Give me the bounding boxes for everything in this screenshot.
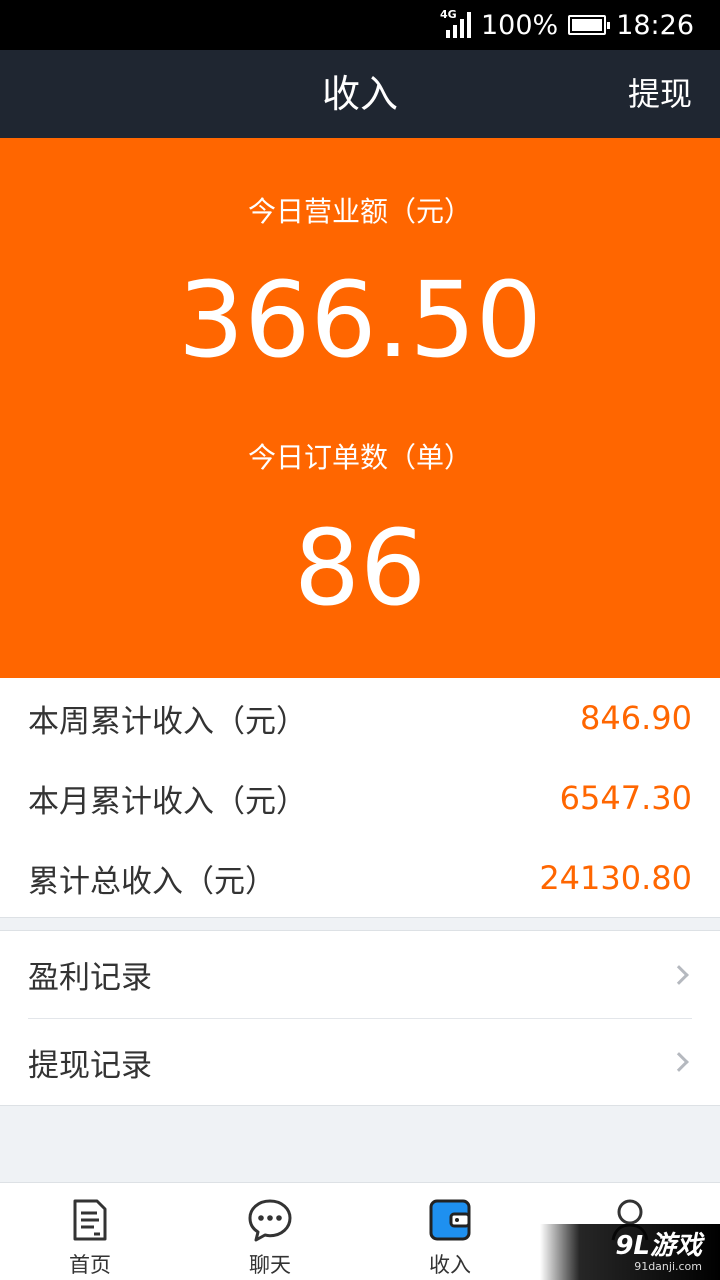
today-revenue-label: 今日营业额（元）: [247, 195, 472, 228]
records-list: 盈利记录 提现记录: [0, 930, 720, 1106]
status-bar: 4G 100% 18:26: [0, 0, 720, 50]
profit-records-item[interactable]: 盈利记录: [28, 931, 692, 1018]
title-bar: 收入 提现: [0, 50, 720, 138]
list-item-label: 盈利记录: [28, 960, 152, 996]
chevron-right-icon: [669, 964, 689, 985]
stat-value: 6547.30: [559, 779, 692, 817]
watermark-logo: 9L游戏: [615, 1231, 702, 1261]
today-summary: 今日营业额（元） 366.50 今日订单数（单） 86: [0, 138, 720, 678]
tab-label: 收入: [429, 1253, 471, 1277]
signal-icon: 4G: [440, 8, 471, 38]
withdraw-button[interactable]: 提现: [628, 50, 692, 138]
stat-month: 本月累计收入（元） 6547.30: [0, 758, 720, 838]
tab-chat[interactable]: 聊天: [180, 1183, 360, 1280]
today-orders-label: 今日订单数（单）: [247, 441, 472, 474]
chat-bubble-icon: [247, 1197, 293, 1243]
chevron-right-icon: [669, 1052, 689, 1072]
document-icon: [67, 1197, 113, 1243]
stat-label: 本月累计收入（元）: [28, 783, 307, 820]
tab-label: 聊天: [249, 1253, 291, 1277]
stat-value: 24130.80: [539, 859, 692, 897]
site-watermark: 9L游戏 91danji.com: [540, 1224, 720, 1280]
withdraw-records-item[interactable]: 提现记录: [28, 1018, 692, 1105]
tab-income[interactable]: 收入: [360, 1183, 540, 1280]
stat-value: 846.90: [580, 699, 692, 737]
tab-label: 首页: [69, 1253, 111, 1277]
network-type: 4G: [439, 8, 457, 21]
stat-label: 累计总收入（元）: [28, 863, 276, 900]
watermark-url: 91danji.com: [634, 1260, 702, 1273]
today-revenue-value: 366.50: [178, 259, 542, 381]
battery-icon: [568, 15, 611, 35]
page-title: 收入: [321, 72, 398, 116]
wallet-icon: [427, 1197, 473, 1243]
stat-label: 本周累计收入（元）: [28, 703, 307, 740]
stat-week: 本周累计收入（元） 846.90: [0, 678, 720, 758]
today-orders-value: 86: [293, 507, 427, 629]
clock: 18:26: [616, 9, 694, 41]
stat-total: 累计总收入（元） 24130.80: [0, 838, 720, 918]
income-stats: 本周累计收入（元） 846.90 本月累计收入（元） 6547.30 累计总收入…: [0, 678, 720, 918]
list-item-label: 提现记录: [28, 1047, 152, 1084]
battery-percent: 100%: [480, 9, 559, 41]
tab-home[interactable]: 首页: [0, 1183, 180, 1280]
